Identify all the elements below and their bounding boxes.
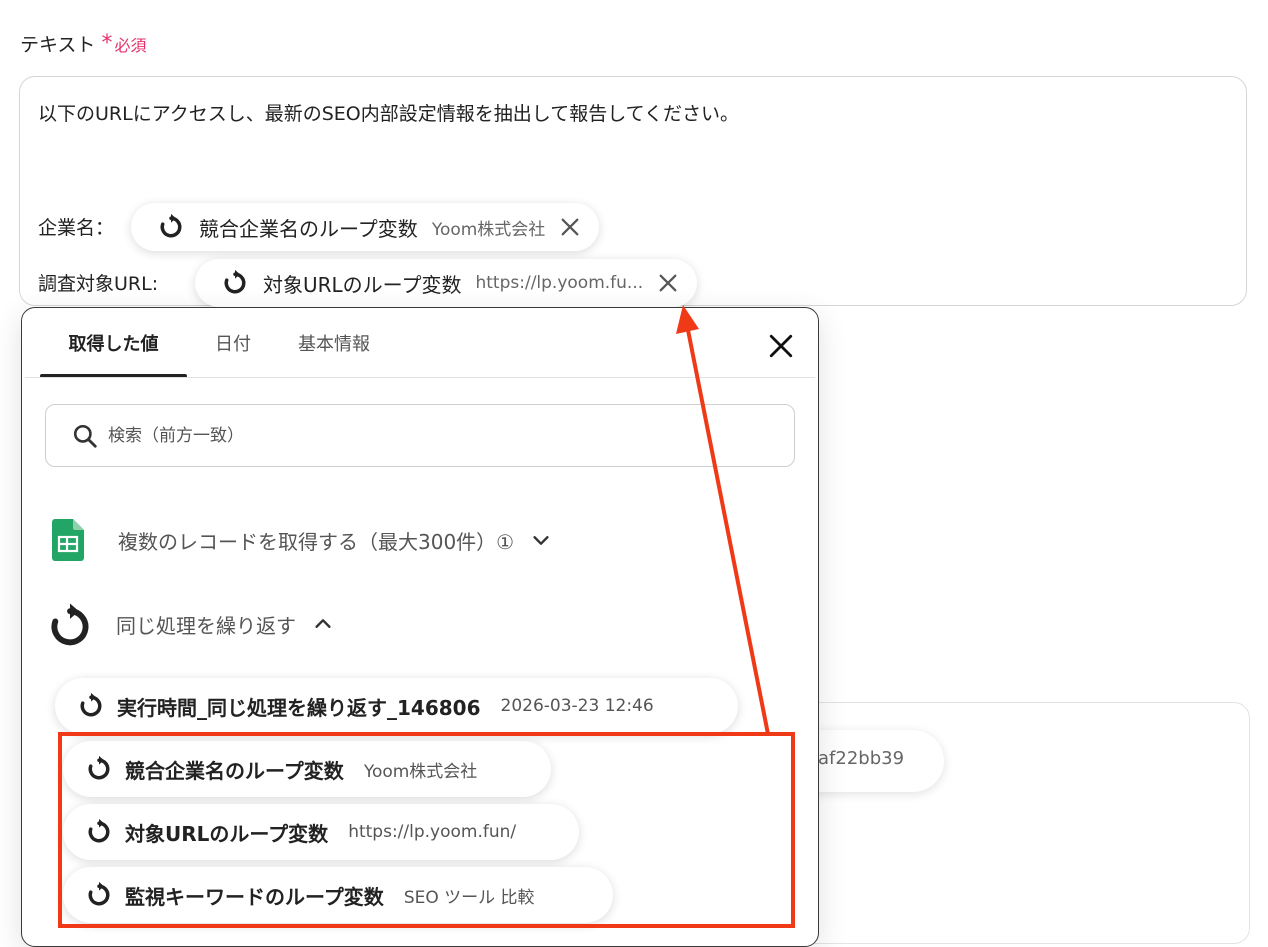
remove-chip-icon[interactable] bbox=[657, 272, 679, 294]
variable-chip-company[interactable]: 競合企業名のループ変数 Yoom株式会社 bbox=[131, 203, 600, 251]
search-input[interactable] bbox=[106, 424, 710, 447]
chip-label: 対象URLのループ変数 bbox=[263, 272, 462, 297]
field-label-text: テキスト bbox=[20, 34, 96, 56]
section-title: 複数のレコードを取得する（最大300件）① bbox=[118, 529, 515, 554]
chip-label: 競合企業名のループ変数 bbox=[199, 216, 418, 241]
required-text: 必須 bbox=[114, 35, 147, 55]
value-item-label: 実行時間_同じ処理を繰り返す_146806 bbox=[117, 695, 481, 720]
loop-icon bbox=[80, 692, 102, 717]
loop-icon bbox=[224, 269, 246, 294]
textarea-line-1: 以下のURLにアクセスし、最新のSEO内部設定情報を抽出して報告してください。 bbox=[38, 103, 740, 125]
google-sheets-icon bbox=[52, 519, 84, 561]
company-label: 企業名： bbox=[38, 217, 115, 239]
chip-value: https://lp.yoom.fu... bbox=[475, 273, 644, 293]
tab-basic-info[interactable]: 基本情報 bbox=[279, 308, 389, 378]
chevron-down-icon[interactable] bbox=[530, 529, 552, 551]
variable-chip-url[interactable]: 対象URLのループ変数 https://lp.yoom.fu... bbox=[195, 259, 698, 307]
required-star: * bbox=[101, 30, 113, 56]
tab-acquired-values[interactable]: 取得した値 bbox=[40, 308, 187, 378]
chip-value: Yoom株式会社 bbox=[431, 219, 546, 240]
background-chip-value: af22bb39 bbox=[818, 748, 905, 769]
popup-tabs: 取得した値 日付 基本情報 bbox=[40, 308, 389, 378]
section-title: 同じ処理を繰り返す bbox=[116, 613, 296, 638]
value-item-execution-time[interactable]: 実行時間_同じ処理を繰り返す_146806 2026-03-23 12:46 bbox=[55, 678, 738, 734]
section-loop[interactable]: 同じ処理を繰り返す bbox=[48, 600, 334, 648]
value-item-value: 2026-03-23 12:46 bbox=[500, 696, 654, 716]
annotation-highlight-box bbox=[58, 732, 795, 928]
search-field[interactable] bbox=[45, 404, 795, 467]
remove-chip-icon[interactable] bbox=[559, 216, 581, 238]
close-icon[interactable] bbox=[768, 333, 794, 359]
field-label: テキスト * 必須 bbox=[20, 30, 146, 57]
chevron-up-icon[interactable] bbox=[312, 613, 334, 635]
url-label: 調査対象URL: bbox=[38, 273, 159, 295]
search-icon bbox=[73, 424, 97, 448]
loop-icon bbox=[160, 213, 182, 238]
tab-divider bbox=[25, 377, 815, 378]
section-get-records[interactable]: 複数のレコードを取得する（最大300件）① bbox=[52, 519, 552, 561]
tab-date[interactable]: 日付 bbox=[187, 308, 279, 378]
loop-icon bbox=[51, 603, 89, 646]
